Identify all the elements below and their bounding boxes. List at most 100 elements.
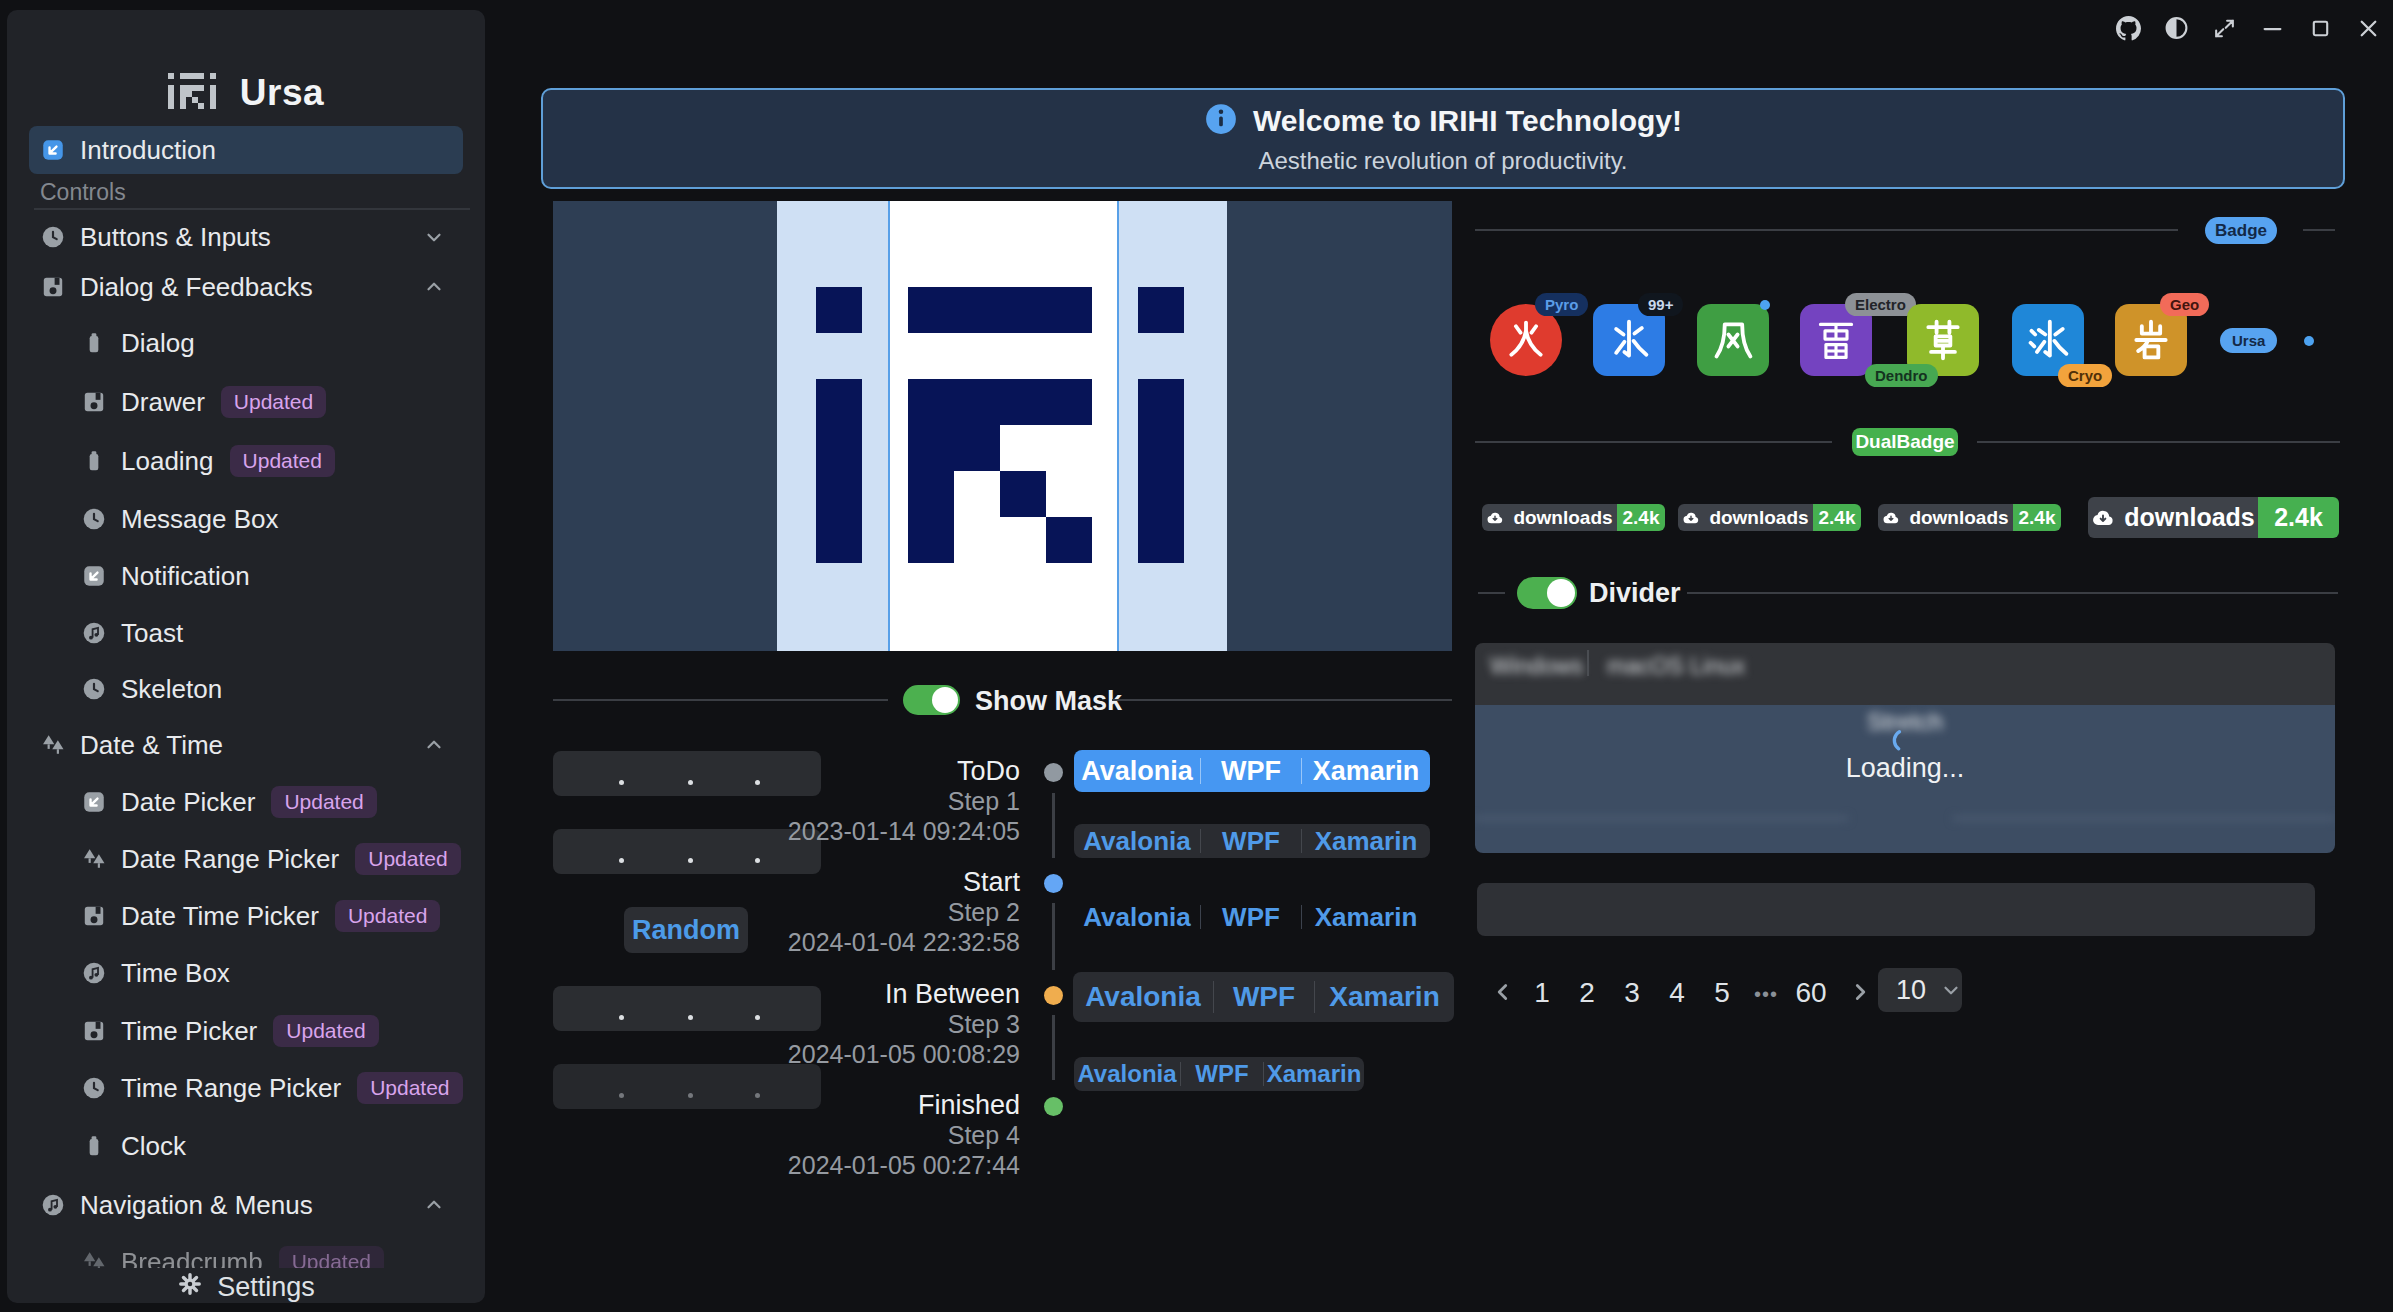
platform-button-xamarin[interactable]: Xamarin [1264,1057,1364,1091]
sidebar-item-time-picker[interactable]: Time PickerUpdated [29,1007,463,1055]
close-icon[interactable] [2356,16,2381,41]
platform-button-wpf[interactable]: WPF [1181,1057,1263,1091]
sidebar-item-introduction[interactable]: Introduction [29,126,463,174]
sidebar-item-notification[interactable]: Notification [29,552,463,600]
minimize-icon[interactable] [2260,16,2285,41]
sidebar-item-dialog-feedbacks[interactable]: Dialog & Feedbacks [29,263,463,311]
sidebar-item-drawer[interactable]: DrawerUpdated [29,378,463,426]
cloud-download-icon [1486,509,1504,527]
sidebar-item-message-box[interactable]: Message Box [29,495,463,543]
clock-icon [81,506,107,532]
floppy-icon [81,389,107,415]
divider-toggle[interactable] [1517,577,1577,609]
ip-dot [619,1093,624,1098]
sidebar-item-navigation-menus[interactable]: Navigation & Menus [29,1181,463,1229]
sidebar-item-dialog[interactable]: Dialog [29,319,463,367]
platform-button-avalonia[interactable]: Avalonia [1074,750,1200,792]
sidebar-item-toast[interactable]: Toast [29,609,463,657]
page-size-select[interactable]: 10 [1878,968,1962,1012]
updated-badge: Updated [230,445,335,477]
pagination-page-4[interactable]: 4 [1669,977,1685,1009]
timeline-step: Step 3 [948,1010,1020,1039]
platform-button-avalonia[interactable]: Avalonia [1074,824,1200,858]
sidebar-item-date-time-picker[interactable]: Date Time PickerUpdated [29,892,463,940]
timeline-time: 2024-01-05 00:08:29 [788,1040,1020,1069]
timeline-connector [1052,793,1055,858]
platform-button-wpf[interactable]: WPF [1201,750,1301,792]
ipv4-input[interactable] [553,751,821,796]
toggle-knob [932,687,958,713]
sidebar-item-loading[interactable]: LoadingUpdated [29,437,463,485]
pagination-page-1[interactable]: 1 [1534,977,1550,1009]
show-mask-toggle[interactable] [903,685,960,715]
pagination-page-3[interactable]: 3 [1624,977,1640,1009]
updated-badge: Updated [271,786,376,818]
platform-button-xamarin[interactable]: Xamarin [1315,972,1454,1022]
ip-dot [688,1093,693,1098]
sidebar-settings[interactable]: Settings [7,1263,485,1303]
badge-avatar-feng[interactable] [1697,304,1769,376]
platform-button-xamarin[interactable]: Xamarin [1302,824,1430,858]
platform-button-avalonia[interactable]: Avalonia [1074,901,1200,933]
platform-button-avalonia[interactable]: Avalonia [1073,972,1213,1022]
pagination-page-5[interactable]: 5 [1714,977,1730,1009]
dot-badge [1760,300,1770,310]
empty-input[interactable] [1477,883,2315,936]
downloads-label: downloads [1513,507,1612,529]
sidebar-item-date-picker[interactable]: Date PickerUpdated [29,778,463,826]
sidebar-item-time-range-picker[interactable]: Time Range PickerUpdated [29,1064,463,1112]
hero-logo-pixel [1138,287,1184,333]
hero-logo-pixel [816,379,862,563]
pagination-prev-icon[interactable] [1490,979,1516,1009]
hero-logo-pixel [908,379,1092,425]
divider-line [1977,441,2340,443]
divider-toggle-label: Divider [1589,578,1681,609]
divider-line [553,699,888,701]
note-icon [81,620,107,646]
sidebar-item-time-box[interactable]: Time Box [29,949,463,997]
note-icon [40,1192,66,1218]
sidebar-item-label: Time Picker [121,1016,257,1047]
expand-icon[interactable] [2212,16,2237,41]
ipv4-input[interactable] [553,986,821,1031]
pagination-page-2[interactable]: 2 [1579,977,1595,1009]
maximize-icon[interactable] [2308,16,2333,41]
ip-dot [688,780,693,785]
trees-icon [81,846,107,872]
platform-button-wpf[interactable]: WPF [1201,824,1301,858]
sidebar-item-buttons-inputs[interactable]: Buttons & Inputs [29,213,463,261]
tab-panel: Windows macOS Linux StretchLoading... [1475,643,2335,853]
floppy-icon [81,1018,107,1044]
ip-dot [619,858,624,863]
random-button[interactable]: Random [624,907,748,953]
badge-tag: Geo [2160,293,2209,316]
platform-button-wpf[interactable]: WPF [1214,972,1314,1022]
sidebar-item-date-time[interactable]: Date & Time [29,721,463,769]
ipv4-input[interactable] [553,1064,821,1109]
sidebar-item-skeleton[interactable]: Skeleton [29,665,463,713]
ipv4-input[interactable] [553,829,821,874]
badge-tag: Electro [1845,293,1916,316]
github-icon[interactable] [2116,16,2141,41]
clock-icon [81,1075,107,1101]
tab-separator [1587,650,1589,676]
platform-button-xamarin[interactable]: Xamarin [1302,750,1430,792]
badge-tag: 99+ [1638,293,1683,316]
sidebar-item-clock[interactable]: Clock [29,1122,463,1170]
tab-windows[interactable]: Windows [1490,653,1583,680]
platform-button-xamarin[interactable]: Xamarin [1302,901,1430,933]
battery-icon [81,1133,107,1159]
sidebar-item-label: Clock [121,1131,186,1162]
sidebar-item-label: Toast [121,618,183,649]
pagination-page-60[interactable]: 60 [1795,977,1826,1009]
hero-logo-pixel [1138,379,1184,563]
platform-button-avalonia[interactable]: Avalonia [1074,1057,1180,1091]
sidebar-item-date-range-picker[interactable]: Date Range PickerUpdated [29,835,463,883]
tab-macos-linux[interactable]: macOS Linux [1607,653,1745,680]
theme-toggle-icon[interactable] [2164,16,2189,41]
pagination-next-icon[interactable] [1847,979,1873,1009]
sidebar-item-label: Skeleton [121,674,222,705]
platform-button-wpf[interactable]: WPF [1201,901,1301,933]
tab-body: StretchLoading... [1475,705,2335,853]
timeline-dot [1044,874,1063,893]
